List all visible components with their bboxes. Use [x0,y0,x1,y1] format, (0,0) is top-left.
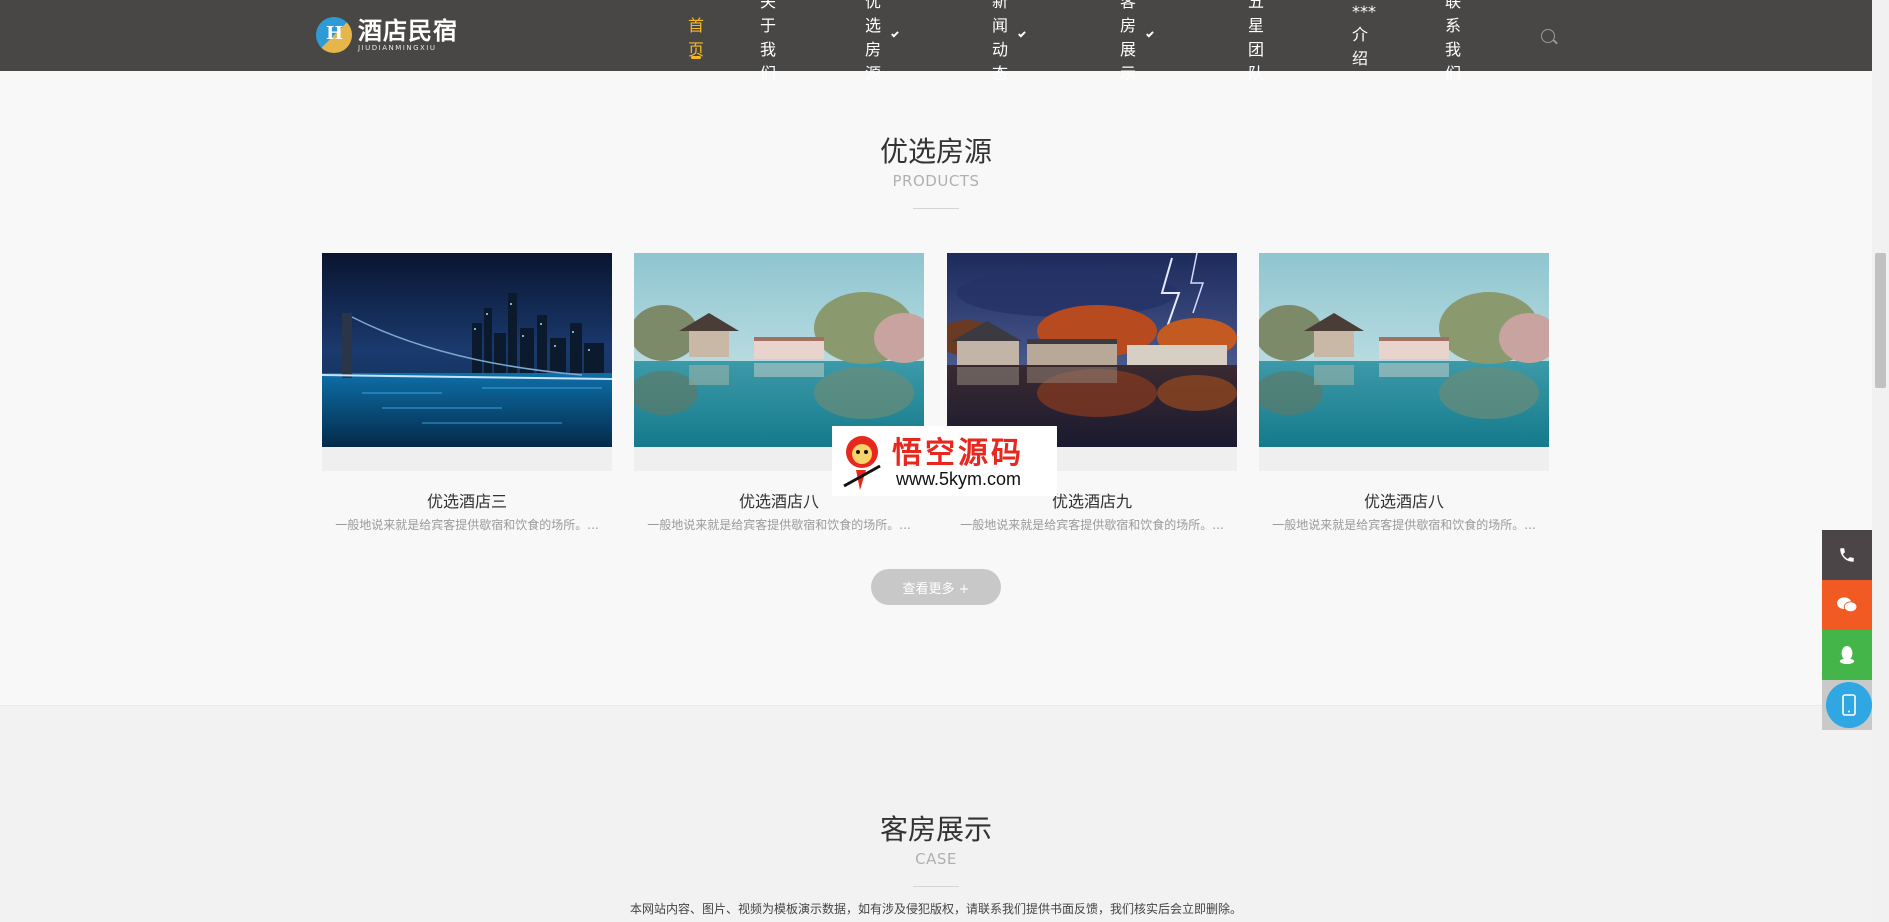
watermark-logo: 悟空源码 www.5kym.com [832,426,1057,496]
monkey-mascot-icon [843,436,881,490]
nav-item-products[interactable]: 优选房源 [865,0,898,83]
night-city-bridge-image[interactable] [322,253,612,447]
products-title: 优选房源 [879,135,992,168]
logo-name-en: JIUDIANMINGXIU [358,44,437,52]
search-icon[interactable] [1541,29,1555,43]
nav-item-intro[interactable]: ***介绍 [1352,0,1376,71]
product-card[interactable]: 优选酒店八 一般地说来就是给宾客提供歇宿和饮食的场所。... [1259,253,1549,532]
nav-item-about[interactable]: 关于我们 [760,0,776,83]
wechat-button[interactable] [1822,580,1872,630]
title-divider [913,886,959,887]
scrollbar-thumb[interactable] [1875,253,1886,388]
product-desc: 一般地说来就是给宾客提供歇宿和饮食的场所。... [1272,518,1536,532]
logo-mark-icon [316,17,352,53]
chevron-down-icon [1145,29,1153,38]
rooms-title: 客房展示 [879,813,992,846]
watermark-url: www.5kym.com [896,469,1022,489]
page-scrollbar[interactable] [1872,0,1889,922]
watermark-text: 悟空源码 [892,436,1024,471]
chevron-down-icon [890,29,898,38]
phone-button[interactable] [1822,530,1872,580]
product-desc: 一般地说来就是给宾客提供歇宿和饮食的场所。... [960,518,1224,532]
product-desc: 一般地说来就是给宾客提供歇宿和饮食的场所。... [335,518,599,532]
site-logo[interactable]: 酒店民宿 JIUDIANMINGXIU [316,14,458,56]
nav-item-rooms[interactable]: 客房展示 [1120,0,1153,83]
products-subtitle: PRODUCTS [892,172,980,190]
lake-pavilion-image[interactable] [634,253,924,447]
view-more-button[interactable]: 查看更多 + [871,569,1001,605]
qq-button[interactable] [1822,630,1872,680]
mobile-button[interactable] [1822,680,1872,730]
qq-icon [1839,646,1855,664]
lake-pavilion-image[interactable] [1259,253,1549,447]
nav-item-home[interactable]: 首页 [688,0,704,71]
site-header: 酒店民宿 JIUDIANMINGXIU 首页 关于我们 优选房源 新闻动态 客房… [0,0,1872,83]
title-divider [913,208,959,209]
storm-lake-houses-image[interactable] [947,253,1237,447]
rooms-subtitle: CASE [915,850,957,868]
mobile-icon [1842,694,1856,716]
logo-name: 酒店民宿 [358,16,458,45]
chevron-down-icon [1017,29,1025,38]
copyright-notice: 本网站内容、图片、视频为模板演示数据，如有涉及侵犯版权，请联系我们提供书面反馈，… [629,902,1242,916]
wechat-icon [1837,597,1858,613]
phone-icon [1840,548,1854,562]
nav-item-news[interactable]: 新闻动态 [992,0,1025,83]
nav-item-contact[interactable]: 联系我们 [1445,0,1461,83]
product-name[interactable]: 优选酒店三 [322,488,612,512]
product-name[interactable]: 优选酒店八 [1259,488,1549,512]
product-desc: 一般地说来就是给宾客提供歇宿和饮食的场所。... [647,518,911,532]
nav-item-team[interactable]: 五星团队 [1248,0,1264,83]
product-card[interactable]: 优选酒店三 一般地说来就是给宾客提供歇宿和饮食的场所。... [322,253,612,532]
floating-contact-bar [1822,530,1872,730]
